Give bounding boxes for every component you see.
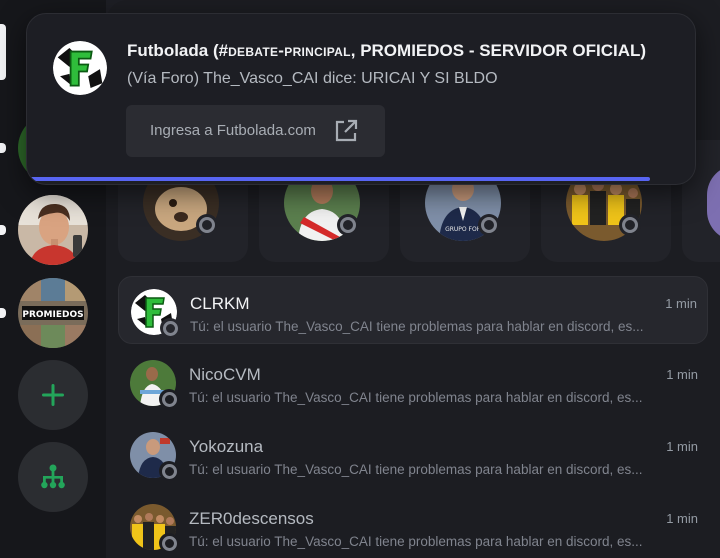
status-offline-icon — [337, 214, 359, 236]
dm-username: NicoCVM — [189, 365, 261, 384]
status-offline-icon — [478, 214, 500, 236]
status-offline-icon — [160, 318, 180, 338]
notification-body: (Vía Foro) The_Vasco_CAI dice: URICAI Y … — [127, 70, 498, 87]
selected-indicator — [0, 24, 6, 80]
dm-timestamp: 1 min — [666, 439, 698, 454]
status-offline-icon — [159, 461, 179, 481]
notification-channel: debate-principal — [228, 41, 351, 60]
external-link-icon — [335, 119, 358, 142]
status-offline-icon — [159, 533, 179, 553]
push-notification[interactable]: Futbolada (#debate-principal, PROMIEDOS … — [26, 13, 696, 185]
unread-indicator — [0, 308, 6, 318]
notification-title: Futbolada (#debate-principal, PROMIEDOS … — [127, 41, 646, 61]
unread-indicator — [0, 225, 6, 235]
dm-item[interactable]: Yokozuna 1 min Tú: el usuario The_Vasco_… — [118, 420, 708, 488]
notification-title-suffix: , PROMIEDOS - SERVIDOR OFICIAL) — [350, 41, 647, 60]
avatar-image — [18, 195, 88, 265]
avatar — [707, 165, 720, 241]
discover-hub-icon — [41, 464, 65, 489]
notification-title-prefix: Futbolada (# — [127, 41, 229, 60]
dm-item[interactable]: NicoCVM 1 min Tú: el usuario The_Vasco_C… — [118, 348, 708, 416]
dm-username: ZER0descensos — [189, 509, 314, 528]
dm-preview: Tú: el usuario The_Vasco_CAI tiene probl… — [189, 390, 643, 405]
status-offline-icon — [159, 389, 179, 409]
avatar-caption: GRUPO FOR — [445, 226, 481, 233]
dm-username: Yokozuna — [189, 437, 264, 456]
dm-username: CLRKM — [190, 294, 250, 313]
promiedos-logo-text: PROMIEDOS — [22, 310, 83, 320]
status-offline-icon — [196, 214, 218, 236]
futbolada-logo — [53, 41, 107, 95]
status-offline-icon — [619, 214, 641, 236]
open-website-label: Ingresa a Futbolada.com — [150, 122, 316, 139]
dm-item[interactable]: ZER0descensos 1 min Tú: el usuario The_V… — [118, 492, 708, 558]
dm-preview: Tú: el usuario The_Vasco_CAI tiene probl… — [190, 319, 644, 334]
server-avatar-person[interactable] — [18, 195, 88, 265]
dm-item[interactable]: CLRKM 1 min Tú: el usuario The_Vasco_CAI… — [118, 276, 708, 344]
open-website-button[interactable]: Ingresa a Futbolada.com — [126, 105, 385, 157]
notification-progress-bar — [27, 177, 650, 181]
unread-indicator — [0, 143, 6, 153]
futbolada-icon — [53, 41, 107, 95]
dm-preview: Tú: el usuario The_Vasco_CAI tiene probl… — [189, 462, 643, 477]
discover-servers-button[interactable] — [18, 442, 88, 512]
dm-preview: Tú: el usuario The_Vasco_CAI tiene probl… — [189, 534, 643, 549]
plus-icon — [42, 384, 64, 406]
dm-timestamp: 1 min — [665, 296, 697, 311]
promiedos-logo: PROMIEDOS — [18, 278, 88, 348]
add-server-button[interactable] — [18, 360, 88, 430]
server-promiedos[interactable]: PROMIEDOS — [18, 278, 88, 348]
dm-timestamp: 1 min — [666, 511, 698, 526]
dm-timestamp: 1 min — [666, 367, 698, 382]
